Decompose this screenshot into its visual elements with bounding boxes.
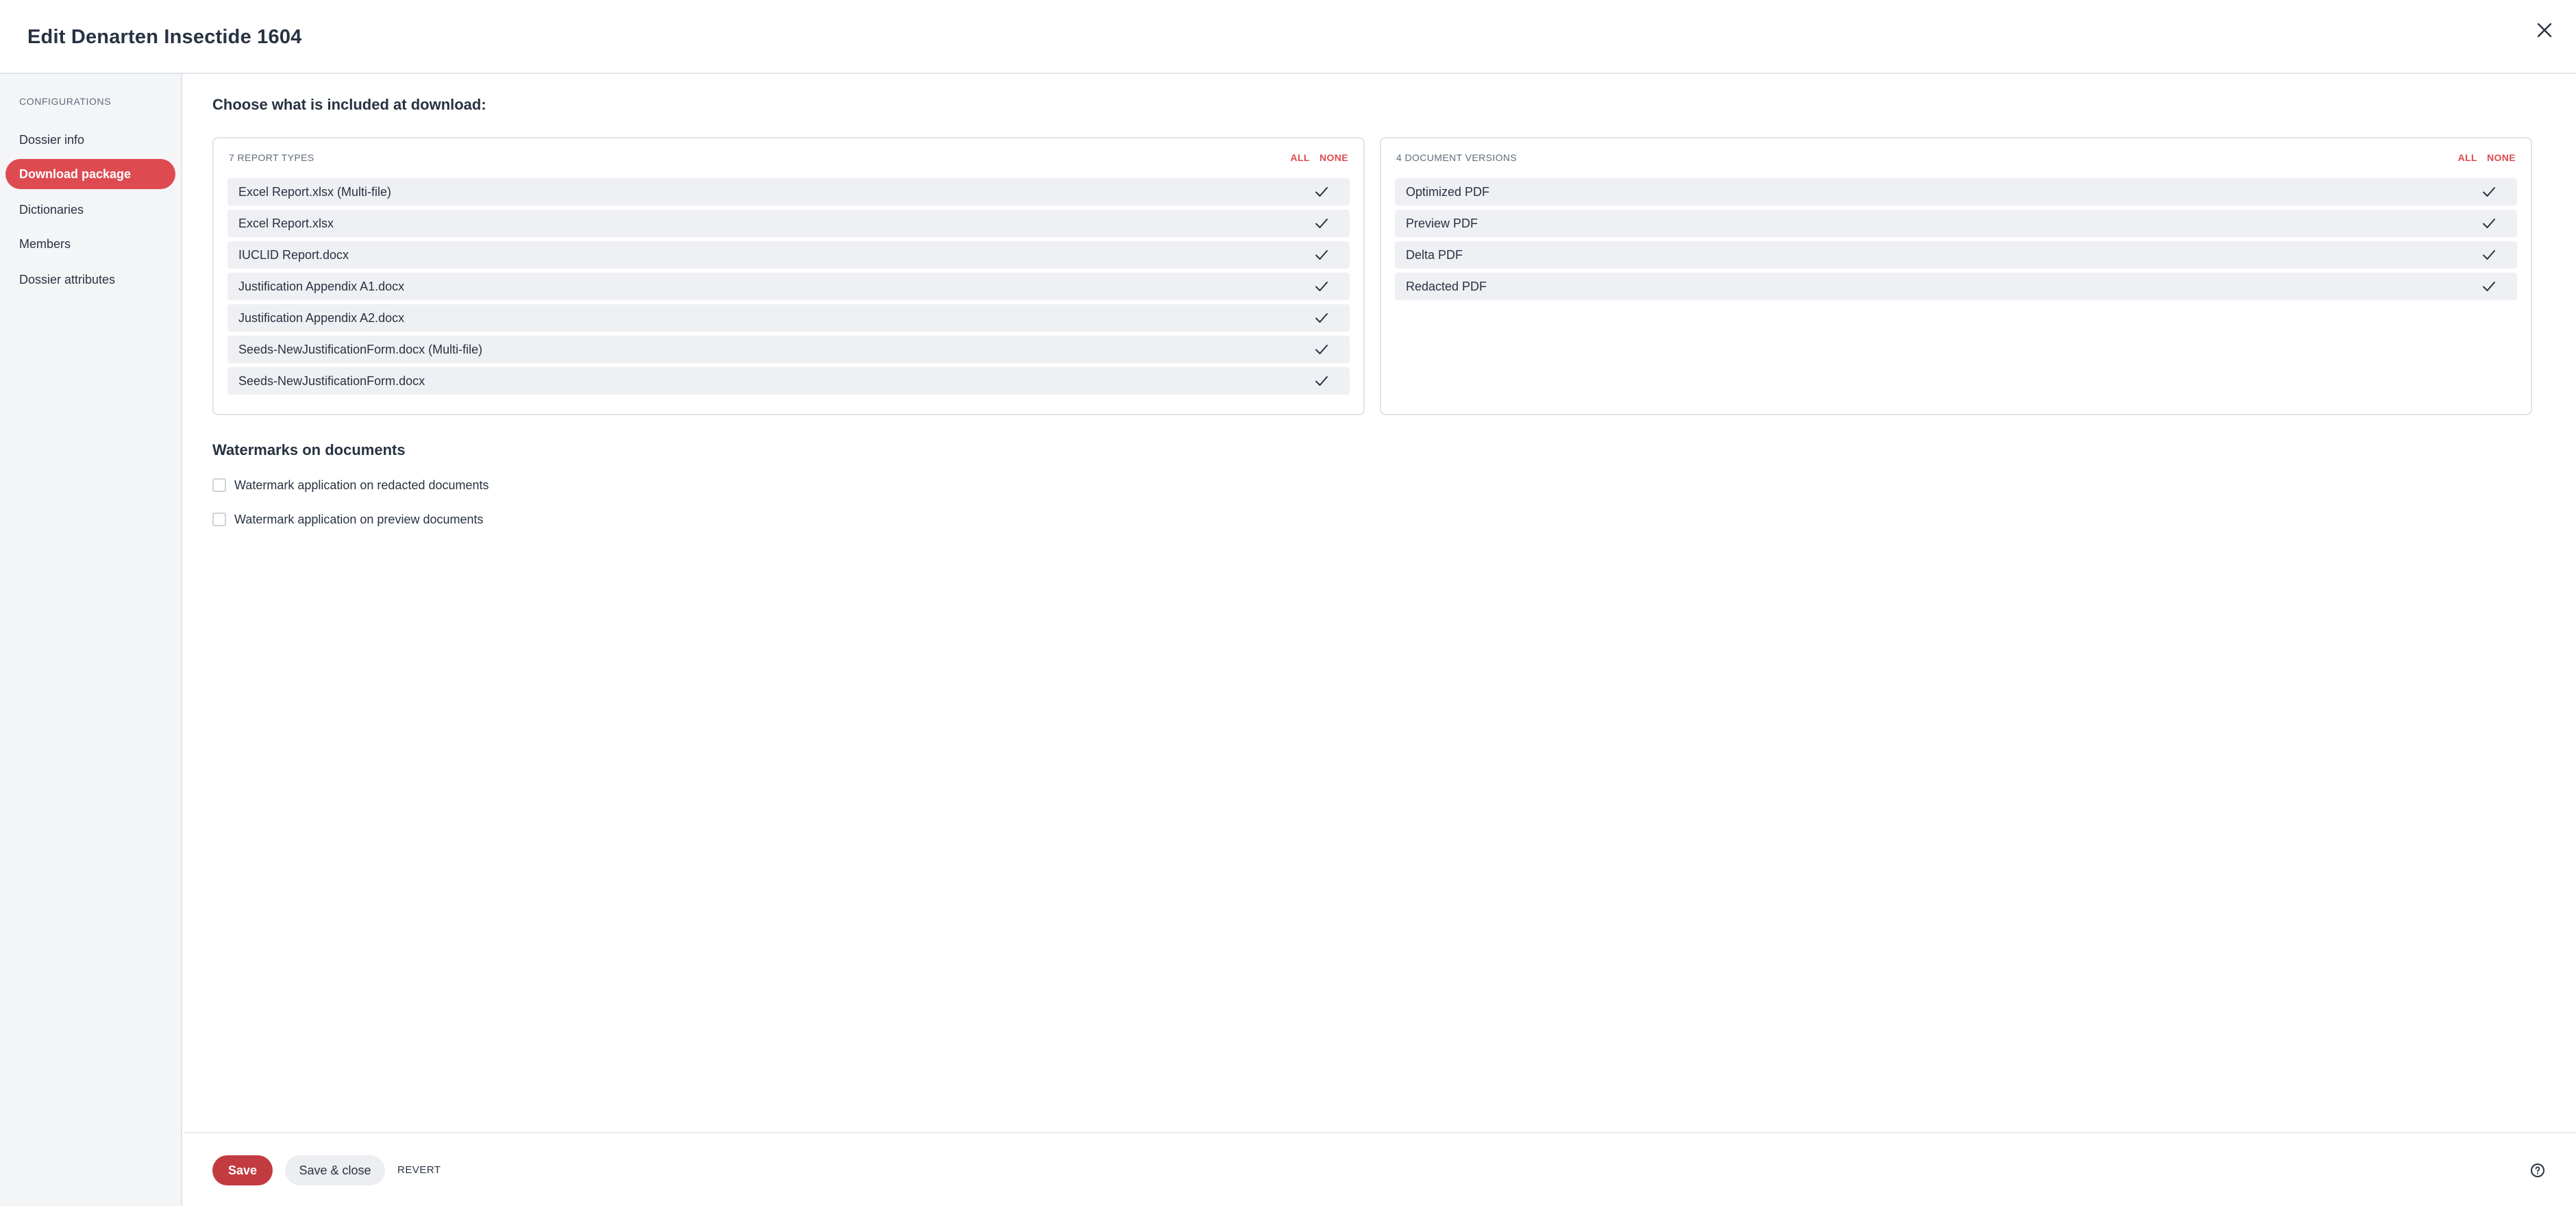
report-type-row[interactable]: Justification Appendix A1.docx (227, 273, 1350, 300)
sidebar: CONFIGURATIONS Dossier info Download pac… (0, 74, 182, 1206)
document-version-row[interactable]: Optimized PDF (1395, 178, 2517, 206)
report-type-row[interactable]: Justification Appendix A2.docx (227, 304, 1350, 332)
dialog-title: Edit Denarten Insectide 1604 (27, 26, 302, 48)
save-and-close-button[interactable]: Save & close (285, 1155, 385, 1185)
checkmark-icon (2481, 217, 2497, 230)
select-none-document-versions-button[interactable]: NONE (2487, 152, 2516, 163)
document-version-row[interactable]: Redacted PDF (1395, 273, 2517, 300)
select-none-report-types-button[interactable]: NONE (1320, 152, 1348, 163)
watermark-redacted-label: Watermark application on redacted docume… (234, 478, 489, 492)
dialog-header: Edit Denarten Insectide 1604 (0, 0, 2576, 74)
close-icon[interactable] (2532, 18, 2557, 42)
sidebar-item-dossier-info[interactable]: Dossier info (5, 125, 175, 155)
checkmark-icon (2481, 280, 2497, 293)
revert-button[interactable]: REVERT (397, 1155, 441, 1185)
checkmark-icon (1314, 374, 1329, 388)
report-type-row[interactable]: Seeds-NewJustificationForm.docx (Multi-f… (227, 336, 1350, 363)
report-type-row[interactable]: IUCLID Report.docx (227, 241, 1350, 269)
report-type-row-label: Justification Appendix A2.docx (238, 311, 405, 325)
report-type-row-label: Seeds-NewJustificationForm.docx (Multi-f… (238, 343, 483, 356)
download-section-title: Choose what is included at download: (212, 96, 486, 113)
document-versions-list: Optimized PDF Preview PDF Delta PDF Redacte… (1395, 178, 2517, 304)
checkmark-icon (2481, 248, 2497, 262)
sidebar-item-members[interactable]: Members (5, 229, 175, 259)
select-all-report-types-button[interactable]: ALL (1290, 152, 1309, 163)
document-versions-actions: ALL NONE (2451, 152, 2516, 163)
main-content: Choose what is included at download: 7 R… (184, 75, 2576, 1131)
checkmark-icon (2481, 185, 2497, 199)
report-types-label: 7 REPORT TYPES (229, 152, 314, 163)
dialog-footer: Save Save & close REVERT (184, 1132, 2576, 1206)
select-all-document-versions-button[interactable]: ALL (2457, 152, 2477, 163)
checkmark-icon (1314, 248, 1329, 262)
help-circle-icon[interactable] (2529, 1162, 2546, 1179)
document-versions-card: 4 DOCUMENT VERSIONS ALL NONE Optimized P… (1380, 137, 2532, 415)
checkmark-icon (1314, 311, 1329, 325)
sidebar-section-label: CONFIGURATIONS (19, 96, 112, 107)
sidebar-item-dictionaries[interactable]: Dictionaries (5, 195, 175, 225)
checkmark-icon (1314, 217, 1329, 230)
sidebar-item-download-package[interactable]: Download package (5, 159, 175, 189)
document-version-row-label: Redacted PDF (1406, 280, 1487, 293)
report-type-row-label: IUCLID Report.docx (238, 248, 349, 262)
document-version-row[interactable]: Preview PDF (1395, 210, 2517, 237)
checkmark-icon (1314, 343, 1329, 356)
report-type-row[interactable]: Seeds-NewJustificationForm.docx (227, 367, 1350, 395)
document-version-row-label: Preview PDF (1406, 217, 1478, 230)
checkbox-box[interactable] (212, 513, 226, 526)
report-type-row-label: Seeds-NewJustificationForm.docx (238, 374, 425, 388)
document-versions-label: 4 DOCUMENT VERSIONS (1396, 152, 1518, 163)
report-type-row-label: Excel Report.xlsx (238, 217, 334, 230)
save-button[interactable]: Save (212, 1155, 273, 1185)
document-version-row-label: Delta PDF (1406, 248, 1463, 262)
report-type-row-label: Excel Report.xlsx (Multi-file) (238, 185, 392, 199)
report-types-card: 7 REPORT TYPES ALL NONE Excel Report.xls… (212, 137, 1365, 415)
sidebar-item-dossier-attributes[interactable]: Dossier attributes (5, 264, 175, 295)
checkbox-box[interactable] (212, 478, 226, 492)
watermark-preview-label: Watermark application on preview documen… (234, 513, 484, 526)
document-version-row-label: Optimized PDF (1406, 185, 1490, 199)
report-types-actions: ALL NONE (1283, 152, 1348, 163)
checkmark-icon (1314, 280, 1329, 293)
report-types-list: Excel Report.xlsx (Multi-file) Excel Repo… (227, 178, 1350, 399)
checkmark-icon (1314, 185, 1329, 199)
watermarks-title: Watermarks on documents (212, 441, 406, 458)
document-version-row[interactable]: Delta PDF (1395, 241, 2517, 269)
report-type-row-label: Justification Appendix A1.docx (238, 280, 405, 293)
report-type-row[interactable]: Excel Report.xlsx (227, 210, 1350, 237)
report-type-row[interactable]: Excel Report.xlsx (Multi-file) (227, 178, 1350, 206)
